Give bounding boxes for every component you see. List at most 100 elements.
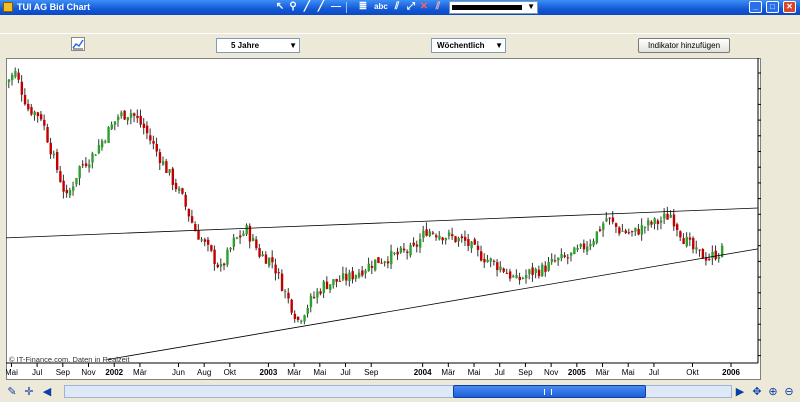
x-tick-label: 2006 bbox=[722, 368, 740, 377]
candle-body bbox=[65, 189, 69, 194]
candle-body bbox=[100, 140, 104, 148]
candle-body bbox=[6, 81, 7, 85]
price-chart[interactable]: 46810121416182022242628303234363840MaiJu… bbox=[6, 58, 761, 380]
zoom-tool-icon[interactable]: ⚲ bbox=[287, 1, 299, 13]
candle-body bbox=[659, 220, 663, 223]
candle-body bbox=[239, 235, 242, 238]
trendline[interactable] bbox=[107, 248, 759, 360]
ray-tool-icon[interactable]: ╱ bbox=[315, 1, 327, 13]
line-color-select[interactable]: ▼ bbox=[449, 1, 538, 14]
candle-body bbox=[158, 152, 162, 164]
interval-select[interactable]: Wöchentlich ▼ bbox=[431, 38, 506, 53]
candle-body bbox=[640, 225, 644, 235]
candle-body bbox=[84, 163, 88, 167]
delete-all-icon[interactable]: ⫽ bbox=[432, 1, 444, 13]
candle-body bbox=[187, 208, 191, 217]
fibonacci-tool-icon[interactable]: ≣ bbox=[357, 1, 369, 13]
settings-icon[interactable]: ✎ bbox=[5, 385, 19, 399]
data-source-watermark: © IT-Finance.com. Daten in Realzeit bbox=[9, 355, 130, 364]
x-tick-label: Aug bbox=[197, 368, 211, 377]
candle-body bbox=[274, 264, 277, 274]
x-tick-label: Mai bbox=[6, 368, 18, 377]
candle-body bbox=[161, 161, 165, 165]
candle-body bbox=[174, 182, 178, 190]
candle-body bbox=[441, 237, 444, 241]
horizontal-line-icon[interactable]: — bbox=[329, 1, 343, 13]
candle-body bbox=[322, 281, 326, 293]
close-button[interactable]: ✕ bbox=[783, 1, 796, 13]
bottom-bar: ✎ ✛ ◀ ▶ ✥ ⊕ ⊖ bbox=[0, 382, 800, 402]
candle-body bbox=[325, 281, 329, 289]
candle-body bbox=[129, 113, 133, 118]
x-tick-label: Okt bbox=[686, 368, 699, 377]
candle-body bbox=[335, 278, 338, 282]
candle-body bbox=[374, 259, 377, 271]
candle-body bbox=[43, 119, 46, 126]
candle-body bbox=[435, 235, 438, 238]
candle-body bbox=[656, 220, 660, 225]
candle-body bbox=[547, 261, 550, 271]
text-tool-icon[interactable]: abc bbox=[373, 1, 389, 13]
candle-body bbox=[717, 256, 721, 259]
period-select[interactable]: 5 Jahre ▼ bbox=[216, 38, 300, 53]
scroll-left-icon[interactable]: ◀ bbox=[40, 385, 54, 399]
x-tick-label: Jul bbox=[495, 368, 505, 377]
candle-body bbox=[627, 232, 631, 234]
crosshair-icon[interactable]: ✛ bbox=[22, 385, 36, 399]
scroll-right-icon[interactable]: ▶ bbox=[733, 385, 747, 399]
x-tick-label: Nov bbox=[81, 368, 95, 377]
candle-body bbox=[618, 227, 621, 234]
candle-body bbox=[367, 263, 370, 272]
zoom-in-icon[interactable]: ⊕ bbox=[766, 385, 780, 399]
delete-icon[interactable]: ✕ bbox=[418, 1, 430, 13]
title-bar[interactable]: TUI AG Bid Chart ↖ ⚲ ╱ ╱ — ≣ abc ⫽ ⤢ ✕ ⫽… bbox=[0, 0, 800, 15]
line-tool-icon[interactable]: ╱ bbox=[301, 1, 313, 13]
candle-body bbox=[361, 270, 364, 276]
candle-body bbox=[415, 244, 419, 247]
candle-body bbox=[213, 249, 216, 265]
chart-type-icon[interactable] bbox=[71, 37, 85, 51]
color-swatch bbox=[452, 5, 522, 10]
zoom-out-icon[interactable]: ⊖ bbox=[782, 385, 796, 399]
candle-body bbox=[428, 231, 432, 237]
candle-body bbox=[666, 213, 669, 220]
candle-body bbox=[210, 245, 213, 251]
chart-toolbar: 5 Jahre ▼ Wöchentlich ▼ Indikator hinzuf… bbox=[0, 33, 800, 55]
candle-body bbox=[261, 254, 264, 257]
candle-body bbox=[457, 238, 460, 242]
candle-body bbox=[383, 261, 387, 263]
candle-body bbox=[357, 272, 361, 278]
candle-body bbox=[589, 244, 592, 247]
candle-body bbox=[59, 171, 62, 182]
minimize-button[interactable]: _ bbox=[749, 1, 762, 13]
x-tick-label: Sep bbox=[56, 368, 71, 377]
candle-body bbox=[512, 276, 515, 278]
candle-body bbox=[553, 260, 557, 262]
candle-body bbox=[502, 268, 505, 272]
candle-body bbox=[480, 251, 483, 261]
maximize-button[interactable]: □ bbox=[766, 1, 779, 13]
add-indicator-button[interactable]: Indikator hinzufügen bbox=[638, 38, 730, 53]
candle-body bbox=[647, 220, 650, 226]
candle-body bbox=[306, 307, 309, 314]
arrow-tool-icon[interactable]: ⤢ bbox=[405, 1, 417, 13]
x-tick-label: Jul bbox=[340, 368, 350, 377]
toolbar-separator bbox=[346, 2, 347, 13]
candle-body bbox=[229, 247, 232, 250]
x-tick-label: Mär bbox=[596, 368, 610, 377]
candle-body bbox=[377, 257, 380, 264]
candle-body bbox=[107, 127, 110, 143]
scrollbar-thumb[interactable] bbox=[453, 385, 646, 398]
pointer-tool-icon[interactable]: ↖ bbox=[274, 1, 286, 13]
candle-body bbox=[242, 233, 245, 236]
channel-tool-icon[interactable]: ⫽ bbox=[391, 1, 403, 13]
candle-body bbox=[171, 168, 175, 185]
candle-body bbox=[592, 241, 595, 246]
pan-icon[interactable]: ✥ bbox=[750, 385, 764, 399]
candle-body bbox=[380, 262, 383, 264]
candle-body bbox=[7, 79, 11, 82]
candle-body bbox=[293, 313, 297, 319]
x-tick-label: Mär bbox=[133, 368, 147, 377]
candle-body bbox=[390, 250, 393, 265]
candle-body bbox=[515, 275, 518, 279]
